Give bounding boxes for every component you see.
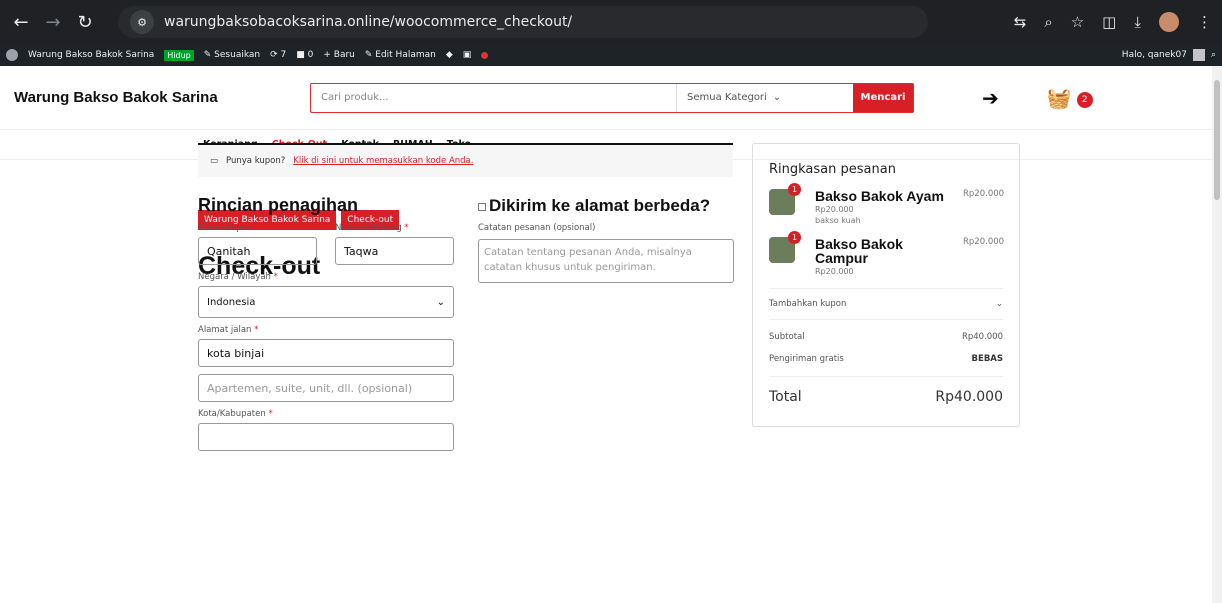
site-brand[interactable]: Warung Bakso Bakok Sarina — [14, 89, 310, 106]
search-button[interactable]: Mencari — [853, 83, 913, 112]
admin-site-name[interactable]: Warung Bakso Bakok Sarina — [28, 50, 154, 60]
apartment-field[interactable]: Apartemen, suite, unit, dll. (opsional) — [198, 374, 454, 402]
cart-count-badge: 2 — [1076, 91, 1093, 108]
live-badge: Hidup — [164, 49, 194, 61]
reload-icon[interactable]: ↻ — [74, 12, 96, 33]
city-field[interactable] — [198, 423, 454, 451]
wp-admin-bar: Warung Bakso Bakok Sarina Hidup ✎ Sesuai… — [0, 44, 1222, 66]
site-info-icon[interactable]: ⚙ — [130, 10, 154, 34]
summary-title: Ringkasan pesanan — [769, 162, 896, 177]
billing-title: Rincian penagihan — [198, 195, 359, 215]
product-price: Rp20.000 — [963, 189, 1005, 199]
site-header: Warung Bakso Bakok Sarina Cari produk...… — [0, 66, 1222, 130]
list-item: 1 Bakso Bakok Ayam Rp20.000 bakso kuah R… — [769, 183, 1005, 225]
last-name-label: Nama belakang * — [335, 223, 409, 233]
ship-different-checkbox[interactable] — [478, 202, 486, 211]
list-item: 1 Bakso Bakok Campur Rp20.000 Rp20.000 — [769, 231, 1005, 276]
billing-form: Rincian penagihan Nama depan * Qanitah N… — [198, 195, 454, 451]
first-name-field[interactable]: Qanitah — [198, 237, 317, 265]
user-avatar[interactable] — [1192, 49, 1205, 61]
first-name-label: Nama depan * — [198, 223, 260, 233]
search-input[interactable]: Cari produk... — [311, 83, 677, 112]
back-icon[interactable]: ← — [10, 12, 32, 33]
product-name: Bakso Bakok Campur — [815, 236, 903, 266]
order-notes-label: Catatan pesanan (opsional) — [478, 223, 596, 233]
subtotal-row: Subtotal Rp40.000 — [769, 332, 1003, 342]
chevron-down-icon: ⌄ — [995, 299, 1003, 309]
chevron-down-icon: ⌄ — [772, 92, 782, 103]
quantity-badge: 1 — [788, 183, 801, 196]
street-field[interactable]: kota binjai — [198, 339, 454, 367]
ship-different-title[interactable]: Dikirim ke alamat berbeda? — [478, 195, 734, 216]
category-select[interactable]: Semua Kategori ⌄ — [677, 84, 853, 112]
browser-toolbar: ← → ↻ ⚙ warungbaksobacoksarina.online/wo… — [0, 0, 1222, 44]
country-label: Negara / Wilayah * — [198, 272, 278, 282]
country-select[interactable]: Indonesia ⌄ — [198, 286, 454, 318]
coupon-notice: ▭ Punya kupon? Klik di sini untuk memasu… — [198, 143, 733, 177]
diamond-icon[interactable]: ◆ — [446, 50, 453, 60]
admin-new[interactable]: + Baru — [323, 50, 355, 60]
shipping-section: Dikirim ke alamat berbeda? Catatan pesan… — [478, 195, 734, 283]
profile-avatar[interactable] — [1159, 12, 1179, 32]
status-dot-icon — [481, 51, 489, 59]
forward-icon[interactable]: → — [42, 12, 64, 33]
order-summary: Ringkasan pesanan 1 Bakso Bakok Ayam Rp2… — [752, 143, 1020, 427]
login-icon[interactable]: ➔ — [982, 86, 999, 110]
product-name: Bakso Bakok Ayam — [815, 188, 944, 204]
wordpress-logo-icon[interactable] — [6, 49, 18, 61]
city-label: Kota/Kabupaten * — [198, 409, 273, 419]
product-variant: bakso kuah — [815, 216, 861, 225]
extensions-icon[interactable]: ◫ — [1102, 13, 1116, 31]
product-thumbnail: 1 — [769, 183, 801, 215]
page-scrollbar[interactable] — [1212, 66, 1222, 603]
cart-icon[interactable]: 🧺 2 — [1047, 86, 1093, 110]
product-thumbnail: 1 — [769, 231, 801, 263]
zoom-icon[interactable]: ⌕ — [1044, 13, 1052, 31]
product-search: Cari produk... Semua Kategori ⌄ Mencari — [310, 82, 914, 113]
quantity-badge: 1 — [788, 231, 801, 244]
coupon-text: Punya kupon? — [226, 156, 286, 166]
coupon-link[interactable]: Klik di sini untuk memasukkan kode Anda. — [293, 156, 473, 166]
coupon-icon: ▭ — [210, 156, 219, 166]
translate-icon[interactable]: ⇆ — [1014, 13, 1027, 31]
admin-updates[interactable]: ⟳ 7 — [270, 50, 286, 60]
seo-icon[interactable]: ▣ — [463, 50, 472, 60]
address-bar[interactable]: ⚙ warungbaksobacoksarina.online/woocomme… — [118, 6, 928, 38]
admin-comments[interactable]: ■ 0 — [296, 50, 313, 60]
admin-search-icon[interactable]: ⌕ — [1211, 50, 1216, 60]
street-label: Alamat jalan * — [198, 325, 259, 335]
bookmark-star-icon[interactable]: ☆ — [1071, 13, 1084, 31]
menu-dots-icon[interactable]: ⋮ — [1197, 13, 1212, 31]
admin-edit-page[interactable]: ✎ Edit Halaman — [365, 50, 436, 60]
chevron-down-icon: ⌄ — [436, 296, 445, 308]
last-name-field[interactable]: Taqwa — [335, 237, 454, 265]
add-coupon-toggle[interactable]: Tambahkan kupon ⌄ — [769, 289, 1003, 319]
shipping-row: Pengiriman gratis BEBAS — [769, 354, 1003, 364]
product-unit-price: Rp20.000 — [815, 205, 854, 214]
order-notes-textarea[interactable]: Catatan tentang pesanan Anda, misalnya c… — [478, 239, 734, 283]
admin-greeting[interactable]: Halo, qanek07 — [1122, 50, 1187, 60]
download-icon[interactable]: ⤓ — [1134, 13, 1141, 31]
url-text: warungbaksobacoksarina.online/woocommerc… — [164, 14, 573, 30]
product-unit-price: Rp20.000 — [815, 267, 854, 276]
total-row: Total Rp40.000 — [769, 389, 1003, 405]
product-price: Rp20.000 — [963, 237, 1005, 247]
admin-customize[interactable]: ✎ Sesuaikan — [204, 50, 260, 60]
